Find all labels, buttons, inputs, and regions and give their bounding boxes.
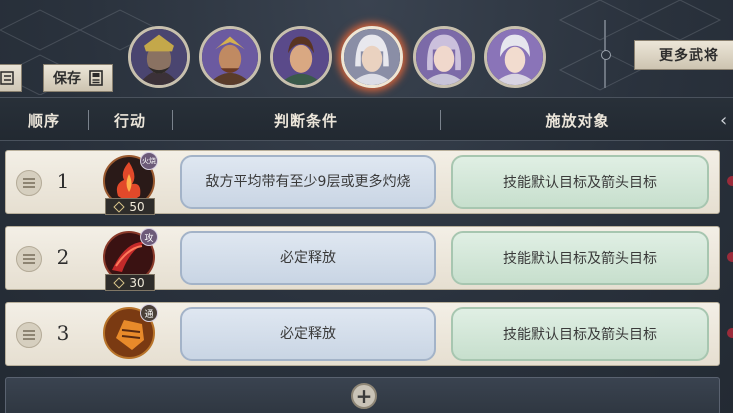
target-button[interactable]: 技能默认目标及箭头目标 — [451, 231, 709, 285]
more-generals-label: 更多武将 — [659, 48, 719, 64]
skill-slot[interactable]: 火烧 50 — [102, 152, 158, 215]
target-button[interactable]: 技能默认目标及箭头目标 — [451, 307, 709, 361]
skill-slot[interactable]: 攻 30 — [102, 228, 158, 291]
add-icon[interactable]: + — [351, 383, 377, 409]
edge-marker-icon — [727, 252, 733, 262]
vertical-divider — [601, 20, 611, 88]
row-order: 1 — [56, 169, 70, 193]
table-header: 顺序 行动 判断条件 施放对象 ‹ — [0, 97, 733, 141]
condition-button[interactable]: 必定释放 — [180, 307, 436, 361]
drag-handle-icon[interactable] — [16, 322, 42, 348]
skill-tag: 通 — [140, 304, 158, 322]
condition-button[interactable]: 必定释放 — [180, 231, 436, 285]
general-avatar-6[interactable] — [484, 26, 546, 88]
chevron-left-icon[interactable]: ‹ — [720, 110, 727, 131]
header-target: 施放对象 — [545, 111, 610, 130]
general-avatar-1[interactable] — [128, 26, 190, 88]
row-order: 3 — [56, 321, 70, 345]
table-row: 3 通 必定释放 技能默认目标及箭头目标 — [5, 302, 720, 366]
general-avatar-5[interactable] — [413, 26, 475, 88]
save-button[interactable]: 保存 — [43, 64, 113, 92]
save-icon — [89, 70, 103, 86]
drag-handle-icon[interactable] — [16, 170, 42, 196]
drag-handle-icon[interactable] — [16, 246, 42, 272]
target-button[interactable]: 技能默认目标及箭头目标 — [451, 155, 709, 209]
skill-tag: 攻 — [140, 228, 158, 246]
edge-marker-icon — [727, 328, 733, 338]
edge-marker-icon — [727, 176, 733, 186]
header-order: 顺序 — [27, 111, 60, 130]
cost-value: 30 — [129, 275, 145, 290]
portrait-icon — [416, 29, 472, 85]
skill-cost: 50 — [105, 198, 155, 215]
list-icon — [0, 71, 14, 85]
skill-slot[interactable]: 通 — [102, 304, 158, 364]
general-avatar-2[interactable] — [199, 26, 261, 88]
header-condition: 判断条件 — [273, 111, 338, 130]
cost-diamond-icon — [113, 276, 126, 289]
portrait-icon — [487, 29, 543, 85]
portrait-icon — [344, 29, 400, 85]
skill-order-screen: 保存 更多武将 顺序 行动 判断条件 施放对象 ‹ 1 火烧 50 敌方平均带有… — [0, 0, 733, 413]
portrait-icon — [273, 29, 329, 85]
skill-tag: 火烧 — [140, 152, 158, 170]
general-avatar-3[interactable] — [270, 26, 332, 88]
cost-diamond-icon — [113, 200, 126, 213]
portrait-icon — [131, 29, 187, 85]
condition-button[interactable]: 敌方平均带有至少9层或更多灼烧 — [180, 155, 436, 209]
general-avatar-4-selected[interactable] — [341, 26, 403, 88]
table-row: 1 火烧 50 敌方平均带有至少9层或更多灼烧 技能默认目标及箭头目标 — [5, 150, 720, 215]
row-order: 2 — [56, 245, 70, 269]
add-row-bar: + — [5, 377, 720, 413]
cost-value: 50 — [129, 199, 145, 214]
portrait-icon — [202, 29, 258, 85]
list-view-button[interactable] — [0, 64, 22, 92]
skill-cost: 30 — [105, 274, 155, 291]
more-generals-button[interactable]: 更多武将 — [634, 40, 733, 70]
save-label: 保存 — [53, 71, 81, 87]
header-action: 行动 — [113, 111, 146, 130]
table-row: 2 攻 30 必定释放 技能默认目标及箭头目标 — [5, 226, 720, 291]
